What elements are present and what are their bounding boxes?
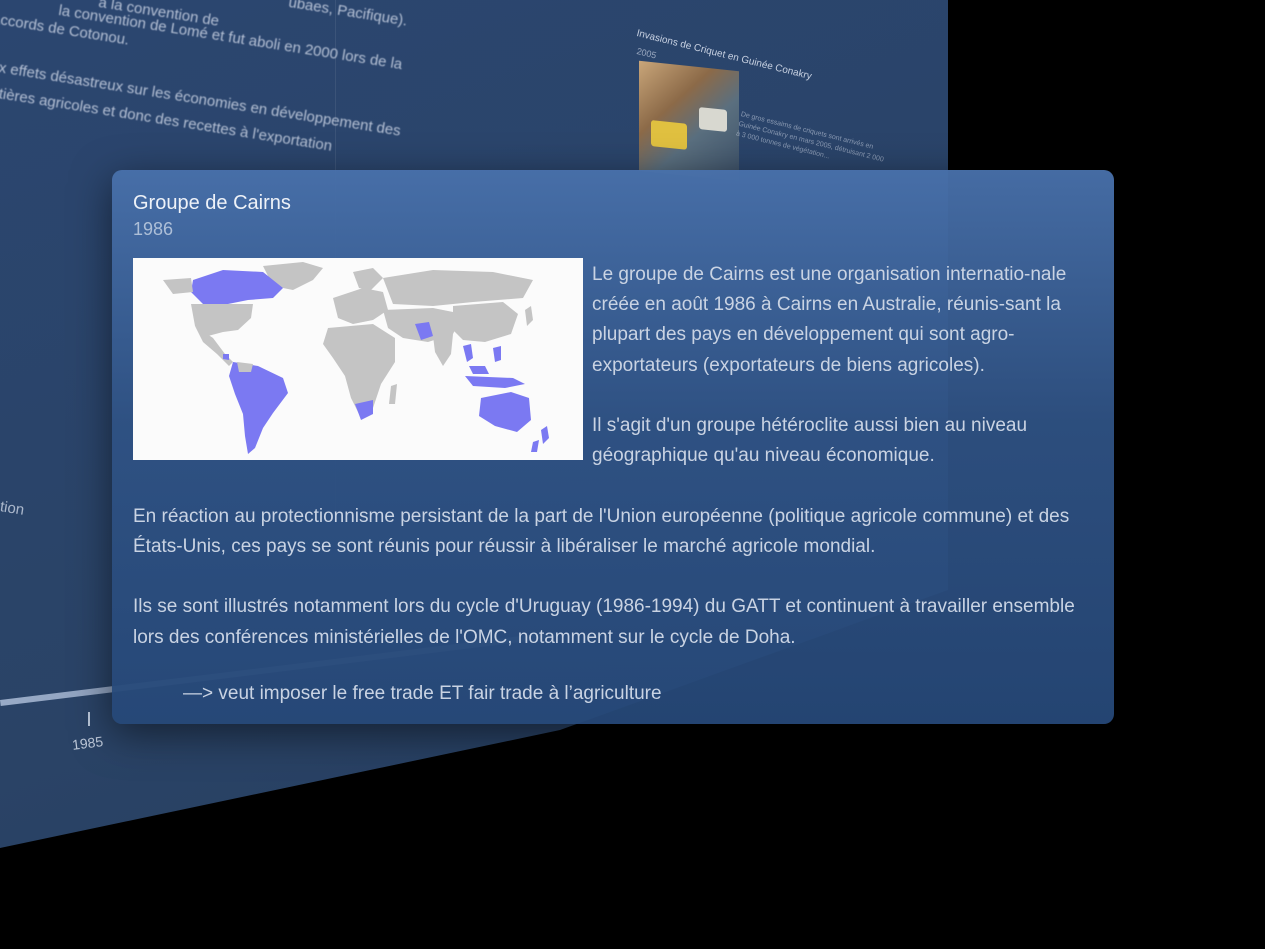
map-new-zealand [541, 426, 549, 444]
photo-vehicle [651, 120, 687, 150]
map-australia [479, 392, 531, 432]
body-paragraph: Ils se sont illustrés notamment lors du … [133, 596, 1075, 648]
body-text: En réaction au protectionnisme persistan… [133, 502, 1103, 683]
timeline-tick-label: 1985 [71, 733, 105, 753]
map-south-america [229, 362, 288, 454]
background-side-label: tion [0, 498, 26, 519]
background-event-snippet: De gros essaims de criquets sont arrivés… [735, 110, 885, 164]
user-note: —> veut imposer le free trade ET fair tr… [183, 683, 662, 704]
background-event-photo[interactable] [639, 60, 739, 182]
map-new-zealand-south [531, 440, 539, 452]
map-japan [525, 306, 533, 326]
map-madagascar [389, 384, 397, 404]
map-philippines [493, 346, 501, 362]
background-event-year: 2005 [635, 46, 658, 61]
intro-text: Le groupe de Cairns est une organisation… [592, 260, 1097, 501]
world-map-svg [163, 262, 549, 454]
map-scandinavia [353, 268, 383, 290]
background-text-line: ubaes, Pacifique). [287, 0, 409, 30]
map-europe [333, 288, 388, 324]
map-russia [383, 270, 533, 306]
map-india [433, 334, 453, 366]
popup-year: 1986 [133, 219, 174, 239]
timeline-tick [88, 712, 90, 726]
map-indonesia [465, 376, 525, 388]
intro-paragraph: Il s'agit d'un groupe hétéroclite aussi … [592, 414, 1028, 467]
event-detail-popup[interactable]: Groupe de Cairns 1986 Le groupe de Cairn… [112, 170, 1114, 724]
popup-title: Groupe de Cairns [133, 192, 291, 214]
map-thailand [463, 344, 473, 362]
map-malaysia [469, 366, 489, 374]
world-map-image [133, 258, 583, 460]
map-venezuela [237, 362, 253, 372]
photo-vehicle [699, 107, 727, 132]
body-paragraph: En réaction au protectionnisme persistan… [133, 506, 1070, 558]
map-guatemala [223, 354, 229, 360]
intro-paragraph: Le groupe de Cairns est une organisation… [592, 264, 1067, 376]
map-china [453, 302, 518, 342]
map-alaska [163, 278, 193, 294]
